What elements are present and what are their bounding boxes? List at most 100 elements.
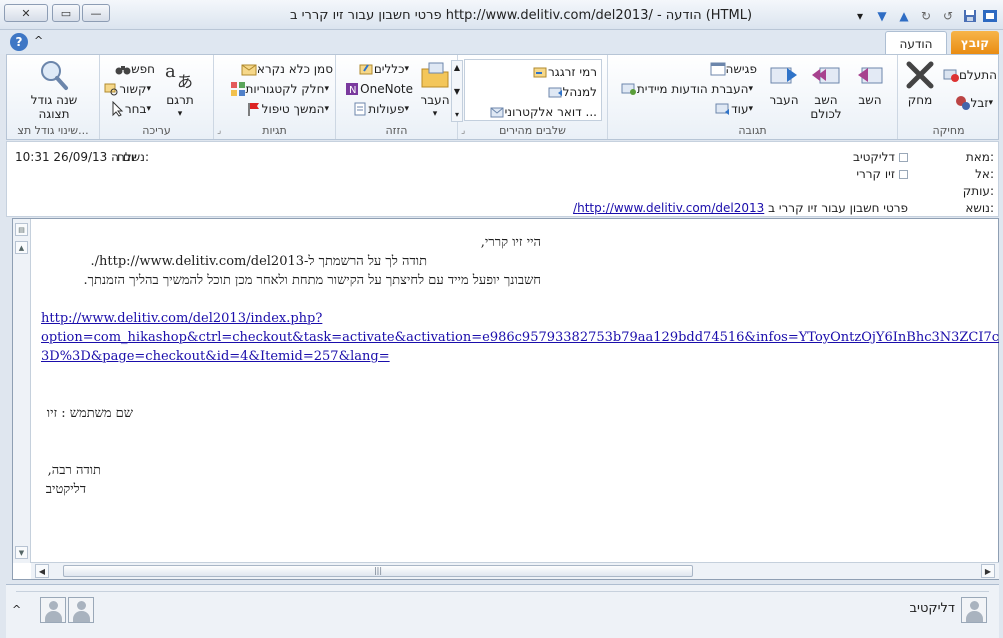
tab-message[interactable]: הודעה <box>885 31 947 55</box>
outlook-app-icon <box>982 8 998 24</box>
quickstep-item-1[interactable]: רמי זרגגר <box>529 62 597 82</box>
actions-button[interactable]: פעולות ▾ <box>349 99 413 119</box>
next-item-icon[interactable]: ▼ <box>874 8 890 24</box>
delete-button[interactable]: מחק <box>900 59 940 107</box>
meeting-label: פגישה <box>725 62 757 76</box>
save-icon[interactable] <box>962 8 978 24</box>
zoom-label-2: תצוגה <box>38 107 70 121</box>
reply-all-label-2: לכולם <box>810 107 842 121</box>
scroll-left-icon[interactable]: ◀ <box>35 564 49 578</box>
related-button[interactable]: קשור ▾ <box>100 79 155 99</box>
followup-label: המשך טיפול <box>261 102 325 116</box>
collapse-ribbon-icon[interactable]: ^ <box>34 34 43 47</box>
scroll-right-icon[interactable]: ▶ <box>981 564 995 578</box>
select-button[interactable]: בחר ▾ <box>106 99 155 119</box>
rules-dropdown-icon: ▾ <box>404 64 409 74</box>
move-button[interactable]: העבר ▾ <box>417 59 453 121</box>
subject-link[interactable]: http://www.delitiv.com/del2013/ <box>573 201 764 215</box>
svg-text:N: N <box>349 85 356 96</box>
actions-dropdown-icon: ▾ <box>404 104 409 114</box>
meeting-button[interactable]: פגישה <box>707 59 757 79</box>
ignore-label: התעלם <box>958 68 997 82</box>
im-dropdown-icon: ▾ <box>748 84 753 94</box>
message-body[interactable]: היי זיו קררי, תודה לך על הרשמתך ל-http:/… <box>41 219 999 563</box>
window-title: פרטי חשבון עבור זיו קררי ב http://www.de… <box>290 8 753 23</box>
body-line-2: חשבונך יופעל מייד עם לחיצתך על הקישור מת… <box>83 273 541 288</box>
find-button[interactable]: חפש <box>112 59 155 79</box>
select-label: בחר <box>124 102 147 116</box>
svg-text:あ: あ <box>177 72 193 91</box>
subject-value: פרטי חשבון עבור זיו קררי ב http://www.de… <box>573 201 908 215</box>
people-pane: ^ דליקטיב <box>6 584 999 638</box>
tab-file[interactable]: קובץ <box>951 31 999 54</box>
more-button[interactable]: עוד ▾ <box>712 99 757 119</box>
translate-button[interactable]: aあ תרגם ▾ <box>160 59 200 121</box>
quicksteps-launcher-icon[interactable]: ⌟ <box>461 126 465 136</box>
junk-dropdown-icon: ▾ <box>988 98 993 108</box>
editing-group: aあ תרגם ▾ חפש קשור ▾ בחר ▾ עריכה <box>99 55 213 139</box>
horizontal-scrollbar[interactable]: ◀ ||| ▶ <box>31 562 999 579</box>
from-label: מאת: <box>965 150 994 164</box>
undo-icon[interactable]: ↺ <box>940 8 956 24</box>
to-value[interactable]: זיו קררי <box>856 167 908 181</box>
onenote-button[interactable]: N OneNote <box>341 79 413 99</box>
close-button[interactable]: ✕ <box>4 4 48 22</box>
ignore-button[interactable]: התעלם <box>940 65 997 85</box>
rules-button[interactable]: כללים ▾ <box>355 59 413 79</box>
more-icon <box>715 103 730 115</box>
quickstep-item-3[interactable]: דואר אלקטרוני ... <box>486 102 597 122</box>
select-dropdown-icon: ▾ <box>146 104 151 114</box>
people-pane-collapse-icon[interactable]: ^ <box>12 603 21 616</box>
related-icon <box>104 83 118 96</box>
categorize-button[interactable]: חלק לקטגוריות ▾ <box>227 79 333 99</box>
zoom-group: שנה גודל תצוגה שינוי גודל תצ... <box>7 55 99 139</box>
previous-item-icon[interactable]: ▲ <box>896 8 912 24</box>
to-presence-icon <box>899 170 908 179</box>
activation-link-1[interactable]: http://www.delitiv.com/del2013/index.php… <box>41 311 322 326</box>
activation-link-2[interactable]: option=com_hikashop&ctrl=checkout&task=a… <box>41 330 999 345</box>
quickstep-item-2[interactable]: למנהל <box>544 82 597 102</box>
zoom-button[interactable]: שנה גודל תצוגה <box>19 59 89 121</box>
quickstep-label-3: דואר אלקטרוני ... <box>504 105 597 119</box>
avatar[interactable] <box>961 597 987 623</box>
junk-button[interactable]: זבל ▾ <box>952 93 997 113</box>
scroll-up-icon[interactable]: ▲ <box>15 241 28 254</box>
translate-icon: aあ <box>165 61 193 91</box>
subject-label: נושא: <box>965 201 994 215</box>
subject-text: פרטי חשבון עבור זיו קררי ב <box>768 201 908 215</box>
zoom-label-1: שנה גודל <box>30 93 78 107</box>
reply-button[interactable]: השב <box>850 59 890 107</box>
onenote-icon: N <box>346 83 359 96</box>
im-forward-button[interactable]: העברת הודעות מיידית ▾ <box>618 79 757 99</box>
reply-all-button[interactable]: השב לכולם <box>806 59 846 121</box>
delete-group-label: מחיקה <box>932 124 965 137</box>
forward-button[interactable]: העבר <box>764 59 804 107</box>
scroll-down-icon[interactable]: ▼ <box>15 546 28 559</box>
close-icon: ✕ <box>21 6 31 20</box>
avatar[interactable] <box>68 597 94 623</box>
restore-button[interactable]: ▭ <box>52 4 80 22</box>
scroll-thumb[interactable]: ||| <box>63 565 693 577</box>
followup-button[interactable]: המשך טיפול ▾ <box>243 99 333 119</box>
avatar[interactable] <box>40 597 66 623</box>
activation-link-3[interactable]: 3D%3D&page=checkout&id=4&Itemid=257&lang… <box>41 349 390 364</box>
reply-label: השב <box>858 93 882 107</box>
quickstep-label-1: רמי זרגגר <box>547 65 597 79</box>
message-body-pane: ▤ ▲ ▼ היי זיו קררי, תודה לך על הרשמתך ל-… <box>12 218 999 580</box>
categorize-dropdown-icon: ▾ <box>324 84 329 94</box>
customize-qat-icon[interactable]: ▾ <box>852 8 868 24</box>
body-options-icon[interactable]: ▤ <box>15 223 28 236</box>
rules-label: כללים <box>373 62 405 76</box>
help-icon[interactable]: ? <box>10 33 28 51</box>
from-value[interactable]: דליקטיב <box>853 150 908 164</box>
tags-launcher-icon[interactable]: ⌟ <box>217 126 221 136</box>
find-label: חפש <box>131 62 155 76</box>
message-header: מאת: אל: עותק: נושא: דליקטיב זיו קררי פר… <box>6 141 999 217</box>
move-icon <box>421 62 449 88</box>
redo-icon[interactable]: ↻ <box>918 8 934 24</box>
ignore-icon <box>943 69 959 82</box>
mark-unread-button[interactable]: סמן כלא נקרא <box>238 59 333 79</box>
junk-icon <box>955 96 970 110</box>
vertical-scrollbar[interactable]: ▤ ▲ ▼ <box>13 219 31 563</box>
minimize-button[interactable]: — <box>82 4 110 22</box>
